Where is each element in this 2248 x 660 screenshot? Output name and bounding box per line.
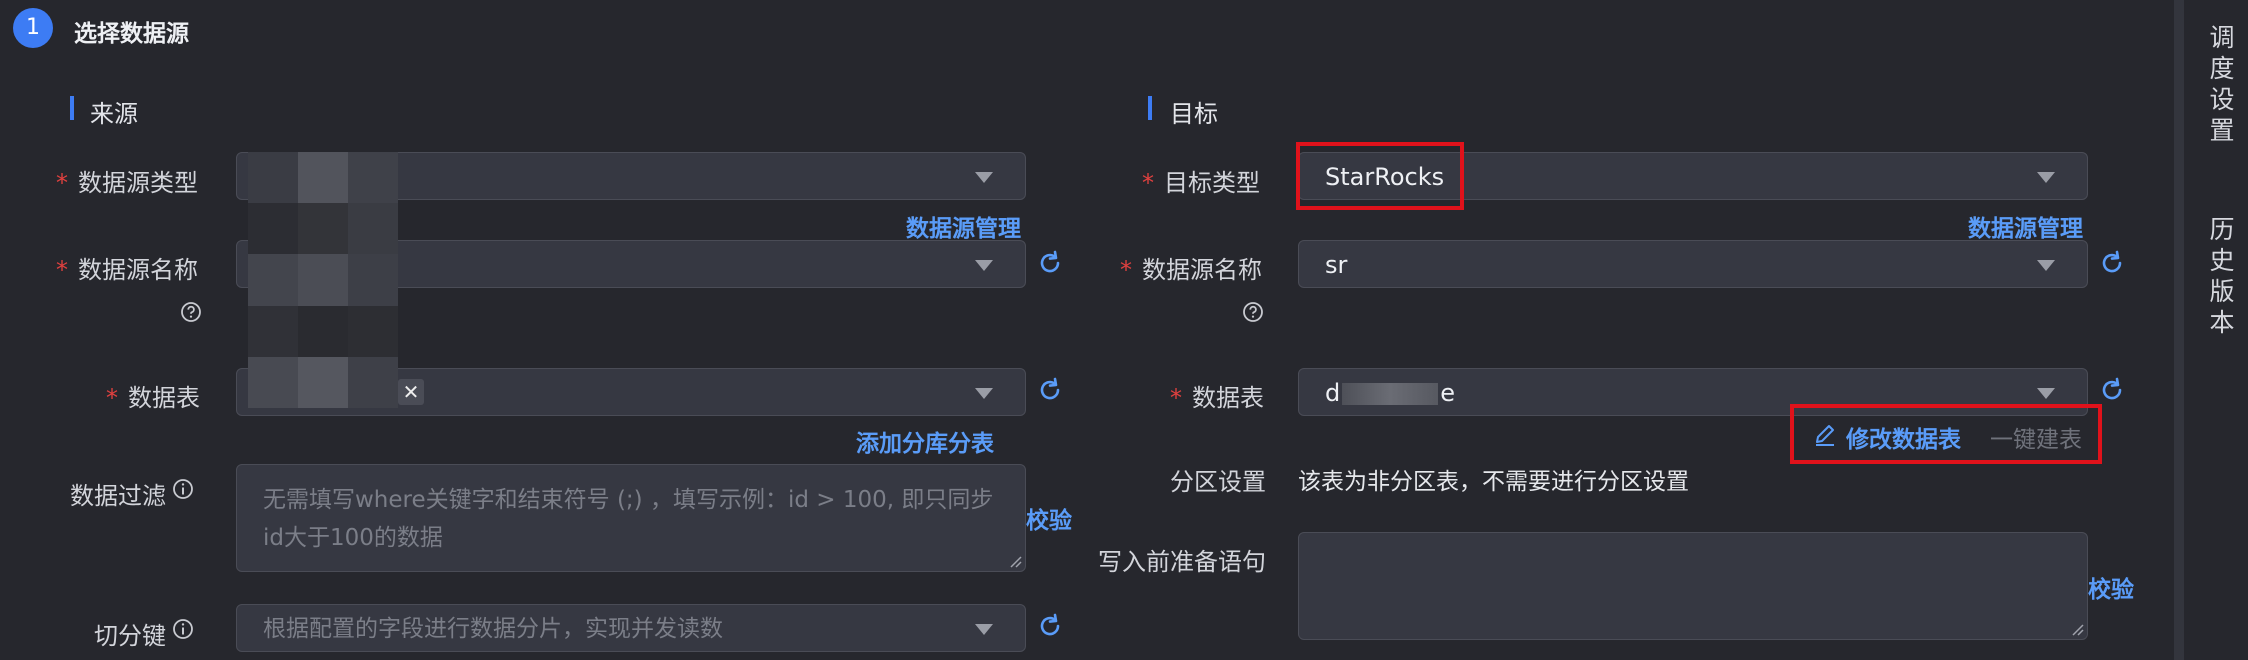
source-table-label: * 数据表 [106, 384, 200, 412]
close-icon[interactable]: ✕ [398, 379, 424, 405]
refresh-icon[interactable] [2099, 250, 2125, 276]
target-section-title: 目标 [1170, 100, 1218, 128]
add-shard-link[interactable]: 添加分库分表 [856, 424, 994, 458]
required-mark: * [1170, 384, 1182, 412]
resize-handle-icon[interactable] [1008, 554, 1022, 568]
required-mark: * [1120, 256, 1132, 284]
source-section-title: 来源 [90, 100, 138, 128]
partition-label: 分区设置 [1170, 468, 1266, 496]
chevron-down-icon [975, 260, 993, 271]
split-key-label: 切分键 [94, 622, 166, 650]
refresh-icon[interactable] [1037, 377, 1063, 403]
target-table-label: * 数据表 [1170, 384, 1264, 412]
schedule-settings-tab[interactable]: 调度设置 [2202, 24, 2238, 148]
source-datasource-manage-link[interactable]: 数据源管理 [906, 209, 1021, 243]
resize-handle-icon[interactable] [2070, 622, 2084, 636]
partition-text: 该表为非分区表，不需要进行分区设置 [1298, 469, 1689, 495]
info-circle-icon[interactable] [172, 478, 194, 500]
step-number: 1 [13, 8, 53, 48]
source-validate-link[interactable]: 校验 [1026, 501, 1072, 535]
filter-placeholder: 无需填写where关键字和结束符号 (;) ，填写示例：id > 100, 即只… [263, 487, 994, 551]
required-mark: * [56, 169, 68, 197]
pre-sql-textarea[interactable] [1298, 532, 2088, 640]
chevron-down-icon [975, 624, 993, 635]
chevron-down-icon [975, 388, 993, 399]
scroll-rail[interactable] [2174, 0, 2184, 660]
source-type-label: * 数据源类型 [56, 169, 198, 197]
required-mark: * [1142, 169, 1154, 197]
required-mark: * [56, 256, 68, 284]
highlight-box-target-type [1296, 142, 1464, 210]
target-validate-link[interactable]: 校验 [2088, 570, 2134, 604]
target-type-label: * 目标类型 [1142, 169, 1260, 197]
required-mark: * [106, 384, 118, 412]
step-title: 选择数据源 [74, 21, 189, 47]
split-key-placeholder: 根据配置的字段进行数据分片，实现并发读数 [263, 616, 723, 642]
target-section-bar [1148, 96, 1152, 120]
refresh-icon[interactable] [2099, 377, 2125, 403]
split-key-select[interactable]: 根据配置的字段进行数据分片，实现并发读数 [236, 604, 1026, 652]
redacted-mosaic [248, 152, 398, 408]
redacted-bar [1342, 383, 1439, 405]
source-section-bar [70, 96, 74, 120]
target-name-value: sr [1325, 251, 1348, 279]
info-circle-icon[interactable] [172, 618, 194, 640]
chevron-down-icon [2037, 172, 2055, 183]
refresh-icon[interactable] [1037, 250, 1063, 276]
source-name-label: * 数据源名称 [56, 256, 198, 284]
filter-label: 数据过滤 [70, 482, 166, 510]
target-name-label: * 数据源名称 [1120, 256, 1262, 284]
chevron-down-icon [2037, 388, 2055, 399]
target-datasource-manage-link[interactable]: 数据源管理 [1968, 209, 2083, 243]
filter-textarea[interactable]: 无需填写where关键字和结束符号 (;) ，填写示例：id > 100, 即只… [236, 464, 1026, 572]
target-table-value: de [1325, 379, 1455, 407]
history-versions-tab[interactable]: 历史版本 [2202, 216, 2238, 340]
highlight-box-table-actions [1790, 404, 2102, 464]
chevron-down-icon [975, 172, 993, 183]
pre-sql-label: 写入前准备语句 [1098, 548, 1266, 576]
question-circle-icon[interactable] [1242, 301, 1264, 323]
target-name-select[interactable]: sr [1298, 240, 2088, 288]
chevron-down-icon [2037, 260, 2055, 271]
question-circle-icon[interactable] [180, 301, 202, 323]
refresh-icon[interactable] [1037, 613, 1063, 639]
